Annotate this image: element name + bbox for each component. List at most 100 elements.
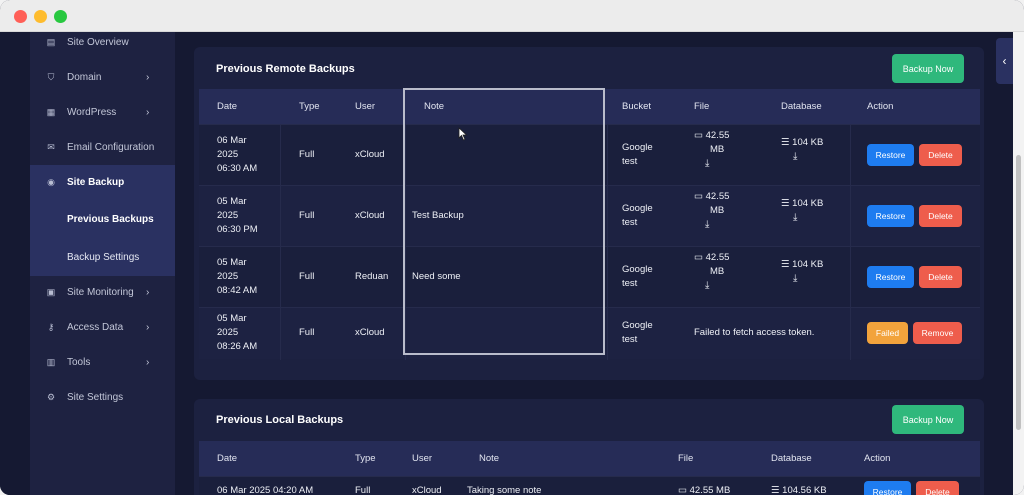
col-note: Note: [424, 101, 445, 112]
row-type: Full: [299, 210, 315, 221]
remote-backup-now-button[interactable]: Backup Now: [892, 54, 964, 83]
row-note: Test Backup: [412, 210, 464, 221]
row-file: ▭ 42.55 MB: [678, 485, 731, 495]
col-action: Action: [864, 453, 891, 464]
sidebar-subitem-backup-settings[interactable]: Backup Settings: [30, 238, 175, 276]
local-backups-card: Previous Local Backups Backup Now Date T…: [194, 399, 984, 495]
download-database-icon[interactable]: ⤓: [781, 150, 823, 164]
download-file-icon[interactable]: ⤓: [694, 157, 729, 171]
delete-button[interactable]: Delete: [919, 205, 962, 227]
collapse-panel-button[interactable]: ‹: [996, 38, 1013, 84]
row-bucket: Google test: [622, 264, 653, 289]
remove-button[interactable]: Remove: [913, 322, 962, 344]
row-type: Full: [299, 327, 315, 338]
table-row: 05 Mar 2025 08:26 AM Full xCloud Google tes…: [199, 307, 980, 360]
shield-icon: ⛉: [47, 72, 55, 82]
row-date: 06 Mar 2025 06:30 AM: [217, 135, 258, 174]
monitor-icon: ▣: [46, 287, 56, 297]
overview-icon: ▤: [46, 37, 56, 47]
database-icon: ☰: [771, 485, 780, 495]
left-gutter: [0, 32, 30, 495]
row-date: 05 Mar 2025 08:26 AM: [217, 313, 258, 352]
key-icon: ⚷: [47, 322, 55, 332]
col-database: Database: [771, 453, 812, 464]
download-database-icon[interactable]: ⤓: [781, 211, 823, 225]
row-file: ▭ 42.55 MB ⤓: [694, 130, 730, 171]
row-user: Reduan: [355, 271, 389, 282]
delete-button[interactable]: Delete: [916, 481, 959, 495]
failed-status-button[interactable]: Failed: [867, 322, 908, 344]
sidebar-item-access-data[interactable]: ⚷ Access Data ›: [30, 310, 175, 345]
sidebar-item-email-configuration[interactable]: ✉ Email Configuration: [30, 130, 175, 165]
mouse-cursor-icon: [458, 127, 468, 141]
restore-button[interactable]: Restore: [867, 144, 914, 166]
sidebar-item-site-monitoring[interactable]: ▣ Site Monitoring ›: [30, 275, 175, 310]
sidebar-item-site-settings[interactable]: ⚙ Site Settings: [30, 380, 175, 415]
remote-backups-title: Previous Remote Backups: [216, 63, 355, 75]
restore-button[interactable]: Restore: [867, 205, 914, 227]
chevron-right-icon: ›: [146, 72, 150, 83]
scrollbar-thumb[interactable]: [1016, 155, 1021, 430]
row-user: xCloud: [355, 327, 385, 338]
folder-icon: ▭: [694, 252, 703, 263]
sidebar-subitem-previous-backups[interactable]: Previous Backups: [30, 200, 175, 238]
row-date: 06 Mar 2025 04:20 AM: [217, 485, 314, 495]
sidebar-subitem-label: Previous Backups: [67, 213, 154, 225]
col-note: Note: [479, 453, 500, 464]
row-type: Full: [299, 149, 315, 160]
col-action: Action: [867, 101, 894, 112]
sidebar-item-tools[interactable]: ▥ Tools ›: [30, 345, 175, 380]
local-backup-now-button[interactable]: Backup Now: [892, 405, 964, 434]
row-user: xCloud: [355, 149, 385, 160]
maximize-window-button[interactable]: [54, 10, 67, 23]
row-user: xCloud: [412, 485, 442, 495]
delete-button[interactable]: Delete: [919, 266, 962, 288]
minimize-window-button[interactable]: [34, 10, 47, 23]
table-row: 05 Mar 2025 06:30 PM Full xCloud Test Back…: [199, 185, 980, 247]
col-user: User: [412, 453, 433, 464]
row-date: 05 Mar 2025 06:30 PM: [217, 196, 258, 235]
sidebar-item-wordpress[interactable]: ▦ WordPress ›: [30, 95, 175, 130]
tools-icon: ▥: [46, 357, 56, 367]
download-file-icon[interactable]: ⤓: [694, 279, 729, 293]
col-date: Date: [217, 453, 238, 464]
sidebar-item-label: Tools: [67, 357, 91, 368]
sidebar-item-label: Site Overview: [67, 37, 129, 48]
col-bucket: Bucket: [622, 101, 652, 112]
sidebar-item-label: Domain: [67, 72, 102, 83]
mail-icon: ✉: [47, 142, 55, 152]
wordpress-icon: ▦: [46, 107, 56, 117]
download-database-icon[interactable]: ⤓: [781, 272, 823, 286]
download-file-icon[interactable]: ⤓: [694, 218, 729, 232]
chevron-right-icon: ›: [146, 287, 150, 298]
remote-table-header: Date Type User Note Bucket File Database…: [199, 89, 980, 124]
col-user: User: [355, 101, 376, 112]
col-type: Type: [355, 453, 376, 464]
sidebar-item-domain[interactable]: ⛉ Domain ›: [30, 60, 175, 95]
sidebar-item-label: Site Settings: [67, 392, 124, 403]
table-row: 06 Mar 2025 04:20 AM Full xCloud Taking …: [199, 476, 980, 495]
delete-button[interactable]: Delete: [919, 144, 962, 166]
row-database: ☰ 104.56 KB: [771, 485, 827, 495]
local-backups-title: Previous Local Backups: [216, 414, 344, 426]
restore-button[interactable]: Restore: [867, 266, 914, 288]
main-content: Previous Remote Backups Backup Now Date …: [175, 32, 990, 495]
chevron-right-icon: ›: [146, 357, 150, 368]
restore-button[interactable]: Restore: [864, 481, 911, 495]
gear-icon: ⚙: [46, 392, 56, 402]
sidebar-item-label: Site Monitoring: [67, 287, 134, 298]
table-row: 05 Mar 2025 08:42 AM Full Reduan Need some…: [199, 246, 980, 308]
row-user: xCloud: [355, 210, 385, 221]
row-note: Need some: [412, 271, 461, 282]
remote-backups-card: Previous Remote Backups Backup Now Date …: [194, 47, 984, 380]
col-date: Date: [217, 101, 238, 112]
col-type: Type: [299, 101, 320, 112]
database-icon: ☰: [781, 198, 790, 209]
sidebar-item-site-overview[interactable]: ▤ Site Overview: [30, 25, 175, 60]
app-window: ▤ Site Overview ⛉ Domain › ▦ WordPress ›…: [0, 0, 1024, 495]
database-icon: ☰: [781, 137, 790, 148]
row-database: ☰ 104 KB ⤓: [781, 198, 824, 225]
close-window-button[interactable]: [14, 10, 27, 23]
folder-icon: ▭: [678, 485, 687, 495]
sidebar-item-site-backup[interactable]: ◉ Site Backup: [30, 165, 175, 200]
